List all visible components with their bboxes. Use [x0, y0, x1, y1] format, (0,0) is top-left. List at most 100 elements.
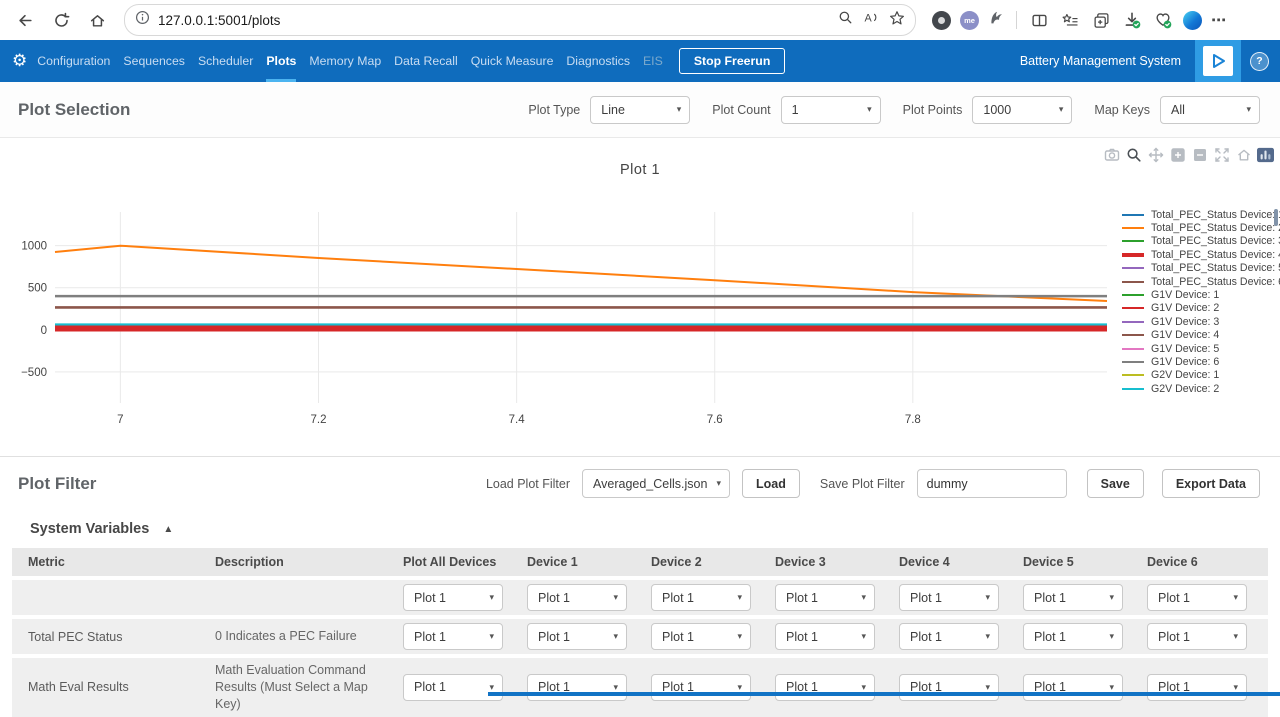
nav-item-plots[interactable]: Plots: [266, 40, 296, 82]
export-data-button[interactable]: Export Data: [1162, 469, 1260, 498]
nav-item-eis[interactable]: EIS: [643, 40, 663, 82]
collapse-triangle-icon[interactable]: ▲: [163, 524, 173, 535]
legend-item[interactable]: G1V Device: 5: [1122, 342, 1274, 355]
plot-assign-dropdown[interactable]: Plot 1▾: [899, 674, 999, 701]
nav-item-scheduler[interactable]: Scheduler: [198, 40, 253, 82]
legend-item[interactable]: Total_PEC_Status Device: 3: [1122, 235, 1274, 248]
plot-assign-dropdown[interactable]: Plot 1▾: [1023, 623, 1123, 650]
zoom-icon[interactable]: [838, 10, 853, 30]
legend-item[interactable]: Total_PEC_Status Device: 2: [1122, 221, 1274, 234]
nav-item-configuration[interactable]: Configuration: [37, 40, 110, 82]
plot-assign-cell: Plot 1▾: [1023, 584, 1147, 611]
plot-assign-dropdown[interactable]: Plot 1▾: [527, 623, 627, 650]
nav-item-diagnostics[interactable]: Diagnostics: [566, 40, 630, 82]
plot-assign-dropdown[interactable]: Plot 1▾: [775, 584, 875, 611]
dropdown-plot-points[interactable]: 1000▾: [972, 96, 1072, 124]
nav-item-data-recall[interactable]: Data Recall: [394, 40, 458, 82]
extension-shield-icon[interactable]: [932, 11, 951, 30]
legend-line-swatch: [1122, 214, 1144, 216]
play-badge-icon[interactable]: [1195, 40, 1241, 82]
plot-assign-dropdown[interactable]: Plot 1▾: [1147, 674, 1247, 701]
favorite-star-icon[interactable]: [889, 10, 905, 31]
chevron-down-icon: ▾: [613, 631, 618, 642]
refresh-icon[interactable]: [46, 5, 76, 35]
plot-assign-dropdown[interactable]: Plot 1▾: [403, 674, 503, 701]
legend-line-swatch: [1122, 294, 1144, 296]
plot-assign-dropdown[interactable]: Plot 1▾: [651, 674, 751, 701]
url-text[interactable]: 127.0.0.1:5001/plots: [158, 13, 830, 28]
legend-line-swatch: [1122, 240, 1144, 242]
plot-assign-dropdown[interactable]: Plot 1▾: [527, 674, 627, 701]
site-info-icon[interactable]: [135, 10, 150, 30]
legend-line-swatch: [1122, 281, 1144, 283]
extension-me-icon[interactable]: me: [960, 11, 979, 30]
legend-item[interactable]: Total_PEC_Status Device: 5: [1122, 262, 1274, 275]
legend-line-swatch: [1122, 307, 1144, 309]
legend-item[interactable]: G1V Device: 3: [1122, 315, 1274, 328]
save-plot-filter-input[interactable]: [917, 469, 1067, 498]
legend-label: Total_PEC_Status Device: 5: [1151, 262, 1280, 274]
legend-scrollbar[interactable]: [1274, 209, 1278, 226]
downloads-icon[interactable]: [1121, 5, 1143, 35]
plot-assign-dropdown[interactable]: Plot 1▾: [527, 584, 627, 611]
dropdown-map-keys[interactable]: All▾: [1160, 96, 1260, 124]
bottom-partial-bar: [488, 692, 1280, 696]
browser-essentials-icon[interactable]: [1152, 5, 1174, 35]
table-row: Math Eval ResultsMath Evaluation Command…: [12, 658, 1268, 717]
legend-item[interactable]: G1V Device: 1: [1122, 288, 1274, 301]
browser-toolbar: 127.0.0.1:5001/plots A me: [0, 0, 1280, 40]
plot-assign-dropdown[interactable]: Plot 1▾: [1147, 584, 1247, 611]
plot-assign-dropdown[interactable]: Plot 1▾: [775, 674, 875, 701]
dropdown-plot-type[interactable]: Line▾: [590, 96, 690, 124]
system-variables-title: System Variables: [30, 521, 149, 537]
favorites-bar-icon[interactable]: [1059, 5, 1081, 35]
nav-item-sequences[interactable]: Sequences: [123, 40, 185, 82]
load-plot-filter-dropdown[interactable]: Averaged_Cells.json ▾: [582, 469, 730, 498]
nav-item-quick-measure[interactable]: Quick Measure: [471, 40, 554, 82]
more-options-icon[interactable]: ⋯: [1211, 11, 1227, 29]
dropdown-plot-count[interactable]: 1▾: [781, 96, 881, 124]
nav-item-memory-map[interactable]: Memory Map: [309, 40, 381, 82]
legend-label: G1V Device: 1: [1151, 289, 1219, 301]
plot-assign-dropdown[interactable]: Plot 1▾: [1023, 674, 1123, 701]
plot-assign-dropdown[interactable]: Plot 1▾: [1023, 584, 1123, 611]
legend-item[interactable]: Total_PEC_Status Device: 1: [1122, 208, 1274, 221]
stop-freerun-button[interactable]: Stop Freerun: [679, 48, 786, 74]
legend-item[interactable]: Total_PEC_Status Device: 4: [1122, 248, 1274, 261]
back-icon[interactable]: [10, 5, 40, 35]
play-triangle-icon: [1203, 46, 1233, 76]
table-body: Plot 1▾ Plot 1▾ Plot 1▾ Plot 1▾ Plot 1▾ Plot …: [12, 580, 1268, 717]
help-icon[interactable]: ?: [1250, 52, 1269, 71]
chevron-down-icon: ▾: [985, 631, 990, 642]
legend-line-swatch: [1122, 348, 1144, 350]
save-button[interactable]: Save: [1087, 469, 1144, 498]
gear-icon[interactable]: ⚙: [12, 51, 27, 71]
load-button[interactable]: Load: [742, 469, 800, 498]
home-icon[interactable]: [82, 5, 112, 35]
plot-canvas[interactable]: −5000500100077.27.47.67.8: [0, 138, 1280, 438]
plot-assign-dropdown[interactable]: Plot 1▾: [899, 623, 999, 650]
plot-assign-dropdown[interactable]: Plot 1▾: [651, 623, 751, 650]
plot-assign-dropdown[interactable]: Plot 1▾: [1147, 623, 1247, 650]
plot-assign-dropdown[interactable]: Plot 1▾: [899, 584, 999, 611]
address-bar[interactable]: 127.0.0.1:5001/plots A: [124, 4, 916, 36]
plot-assign-dropdown[interactable]: Plot 1▾: [403, 584, 503, 611]
split-screen-icon[interactable]: [1028, 5, 1050, 35]
legend-item[interactable]: G1V Device: 2: [1122, 302, 1274, 315]
extension-claw-icon[interactable]: [988, 9, 1005, 31]
plot-assign-dropdown[interactable]: Plot 1▾: [775, 623, 875, 650]
legend-label: Total_PEC_Status Device: 3: [1151, 235, 1280, 247]
legend-item[interactable]: G2V Device: 1: [1122, 369, 1274, 382]
legend-item[interactable]: Total_PEC_Status Device: 6: [1122, 275, 1274, 288]
plot-assign-dropdown[interactable]: Plot 1▾: [651, 584, 751, 611]
read-aloud-icon[interactable]: A: [863, 10, 879, 30]
plot-assign-dropdown[interactable]: Plot 1▾: [403, 623, 503, 650]
legend-item[interactable]: G2V Device: 2: [1122, 382, 1274, 395]
collections-icon[interactable]: [1090, 5, 1112, 35]
legend-item[interactable]: G1V Device: 6: [1122, 355, 1274, 368]
edge-logo-icon[interactable]: [1183, 11, 1202, 30]
legend-label: G2V Device: 2: [1151, 383, 1219, 395]
table-header-row: MetricDescriptionPlot All DevicesDevice …: [12, 548, 1268, 576]
legend-line-swatch: [1122, 388, 1144, 390]
legend-item[interactable]: G1V Device: 4: [1122, 329, 1274, 342]
